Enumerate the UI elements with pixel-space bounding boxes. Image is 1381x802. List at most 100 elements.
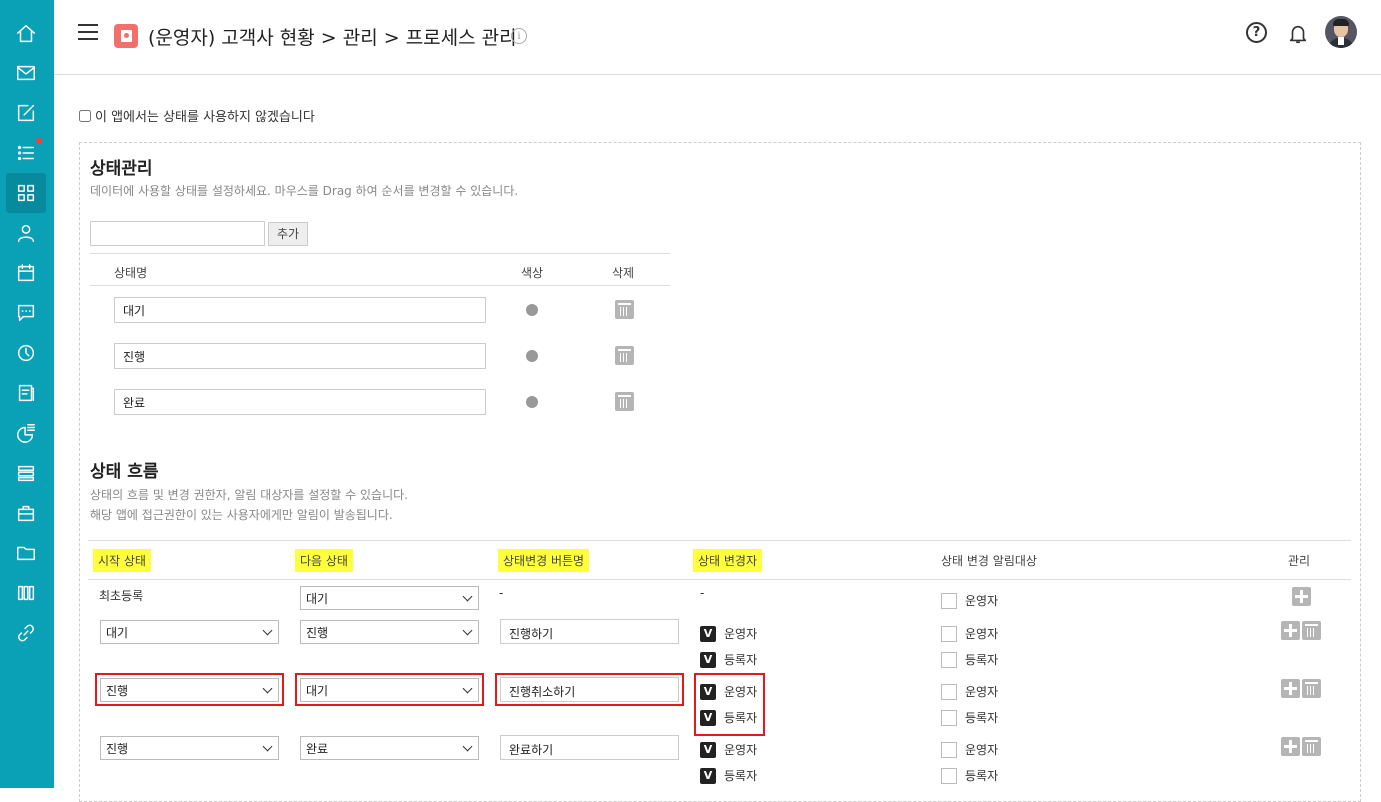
changer-registrant-option[interactable]: V 등록자 (700, 709, 757, 726)
state-color-swatch[interactable] (526, 396, 538, 408)
notify-operator-label: 운영자 (965, 627, 999, 641)
col-manage: 관리 (1288, 554, 1311, 568)
notify-operator-checkbox[interactable] (941, 683, 957, 700)
state-row[interactable] (90, 332, 670, 378)
flow-row: 대기 진행 진행하기 V 운영자 V 등록자 운영자 등록자 (88, 616, 1351, 674)
mail-icon[interactable] (6, 53, 46, 93)
stack-icon[interactable] (6, 453, 46, 493)
checked-icon[interactable]: V (700, 741, 716, 758)
flow-row: 진행 완료 완료하기 V 운영자 V 등록자 운영자 등록자 (88, 732, 1351, 790)
grid-icon[interactable] (6, 173, 46, 213)
notify-operator-checkbox[interactable] (941, 592, 957, 609)
chart-icon[interactable] (6, 413, 46, 453)
add-row-icon[interactable] (1292, 587, 1311, 606)
col-state-name: 상태명 (114, 266, 148, 280)
link-icon[interactable] (6, 613, 46, 653)
library-icon[interactable] (6, 573, 46, 613)
checked-icon[interactable]: V (700, 767, 716, 784)
flow-row: 진행 대기 진행취소하기 V 운영자 V 등록자 운영자 등록자 (88, 673, 1351, 736)
new-state-input[interactable] (90, 221, 265, 246)
edit-icon[interactable] (6, 93, 46, 133)
checked-icon[interactable]: V (700, 625, 716, 642)
notify-registrant-checkbox[interactable] (941, 767, 957, 784)
trash-icon[interactable] (615, 346, 634, 365)
no-state-checkbox[interactable] (79, 109, 91, 122)
state-row[interactable] (90, 378, 670, 424)
trash-icon[interactable] (1302, 679, 1321, 698)
app-badge-icon (114, 24, 138, 48)
state-flow-desc-2: 해당 앱에 접근권한이 있는 사용자에게만 알림이 발송됩니다. (90, 508, 393, 522)
start-state-select[interactable]: 진행 (100, 678, 279, 702)
notify-operator-checkbox[interactable] (941, 741, 957, 758)
state-table-header: 상태명 색상 삭제 (90, 253, 670, 286)
notify-registrant-option[interactable]: 등록자 (941, 767, 998, 784)
notify-registrant-checkbox[interactable] (941, 709, 957, 726)
checked-icon[interactable]: V (700, 651, 716, 668)
changer-registrant-label: 등록자 (724, 769, 758, 783)
changer-operator-label: 운영자 (724, 743, 758, 757)
home-icon[interactable] (6, 14, 46, 54)
checked-icon[interactable]: V (700, 709, 716, 726)
avatar[interactable] (1325, 16, 1357, 48)
col-color: 색상 (521, 266, 544, 280)
next-state-select[interactable]: 완료 (300, 736, 479, 760)
start-state-select[interactable]: 대기 (100, 620, 279, 644)
trash-icon[interactable] (615, 392, 634, 411)
changer-empty: - (700, 586, 705, 600)
add-row-icon[interactable] (1281, 621, 1300, 640)
clock-icon[interactable] (6, 333, 46, 373)
trash-icon[interactable] (1302, 737, 1321, 756)
state-name-input[interactable] (114, 389, 486, 415)
state-color-swatch[interactable] (526, 304, 538, 316)
chat-icon[interactable] (6, 293, 46, 333)
button-name-input[interactable]: 진행취소하기 (500, 677, 679, 702)
info-icon[interactable]: i (511, 28, 527, 44)
changer-registrant-option[interactable]: V 등록자 (700, 651, 757, 668)
next-state-select[interactable]: 대기 (300, 678, 479, 702)
trash-icon[interactable] (1302, 621, 1321, 640)
board-icon[interactable] (6, 373, 46, 413)
add-row-icon[interactable] (1281, 737, 1300, 756)
next-state-select[interactable]: 대기 (300, 586, 479, 610)
folder-icon[interactable] (6, 533, 46, 573)
button-name-input[interactable]: 완료하기 (500, 735, 679, 760)
trash-icon[interactable] (615, 300, 634, 319)
state-name-input[interactable] (114, 343, 486, 369)
briefcase-icon[interactable] (6, 493, 46, 533)
user-icon[interactable] (6, 213, 46, 253)
checked-icon[interactable]: V (700, 683, 716, 700)
help-icon[interactable]: ? (1246, 22, 1267, 43)
start-state-select[interactable]: 진행 (100, 736, 279, 760)
changer-registrant-option[interactable]: V 등록자 (700, 767, 757, 784)
notify-registrant-option[interactable]: 등록자 (941, 709, 998, 726)
calendar-icon[interactable] (6, 253, 46, 293)
notify-operator-label: 운영자 (965, 743, 999, 757)
notify-registrant-checkbox[interactable] (941, 651, 957, 668)
bell-icon[interactable] (1287, 22, 1309, 46)
state-color-swatch[interactable] (526, 350, 538, 362)
notify-operator-option[interactable]: 운영자 (941, 741, 998, 758)
col-delete: 삭제 (612, 266, 635, 280)
add-state-button[interactable]: 추가 (268, 222, 308, 246)
menu-icon[interactable] (78, 24, 98, 42)
add-row-icon[interactable] (1281, 679, 1300, 698)
state-name-input[interactable] (114, 297, 486, 323)
notify-operator-option[interactable]: 운영자 (941, 625, 998, 642)
button-name-input[interactable]: 진행하기 (500, 619, 679, 644)
notification-dot (36, 138, 42, 144)
notify-operator-option[interactable]: 운영자 (941, 683, 998, 700)
notify-registrant-option[interactable]: 등록자 (941, 651, 998, 668)
sidebar (0, 0, 54, 788)
notify-operator-checkbox[interactable] (941, 625, 957, 642)
next-state-select[interactable]: 진행 (300, 620, 479, 644)
notify-operator-option[interactable]: 운영자 (941, 592, 998, 609)
changer-operator-option[interactable]: V 운영자 (700, 683, 757, 700)
col-changer: 상태 변경자 (693, 549, 763, 572)
changer-operator-option[interactable]: V 운영자 (700, 625, 757, 642)
no-state-option[interactable]: 이 앱에서는 상태를 사용하지 않겠습니다 (79, 106, 315, 125)
header: (운영자) 고객사 현황 > 관리 > 프로세스 관리 i ? (54, 0, 1381, 75)
list-icon[interactable] (6, 133, 46, 173)
changer-operator-option[interactable]: V 운영자 (700, 741, 757, 758)
state-flow-desc-1: 상태의 흐름 및 변경 권한자, 알림 대상자를 설정할 수 있습니다. (90, 488, 408, 502)
state-row[interactable] (90, 286, 670, 332)
